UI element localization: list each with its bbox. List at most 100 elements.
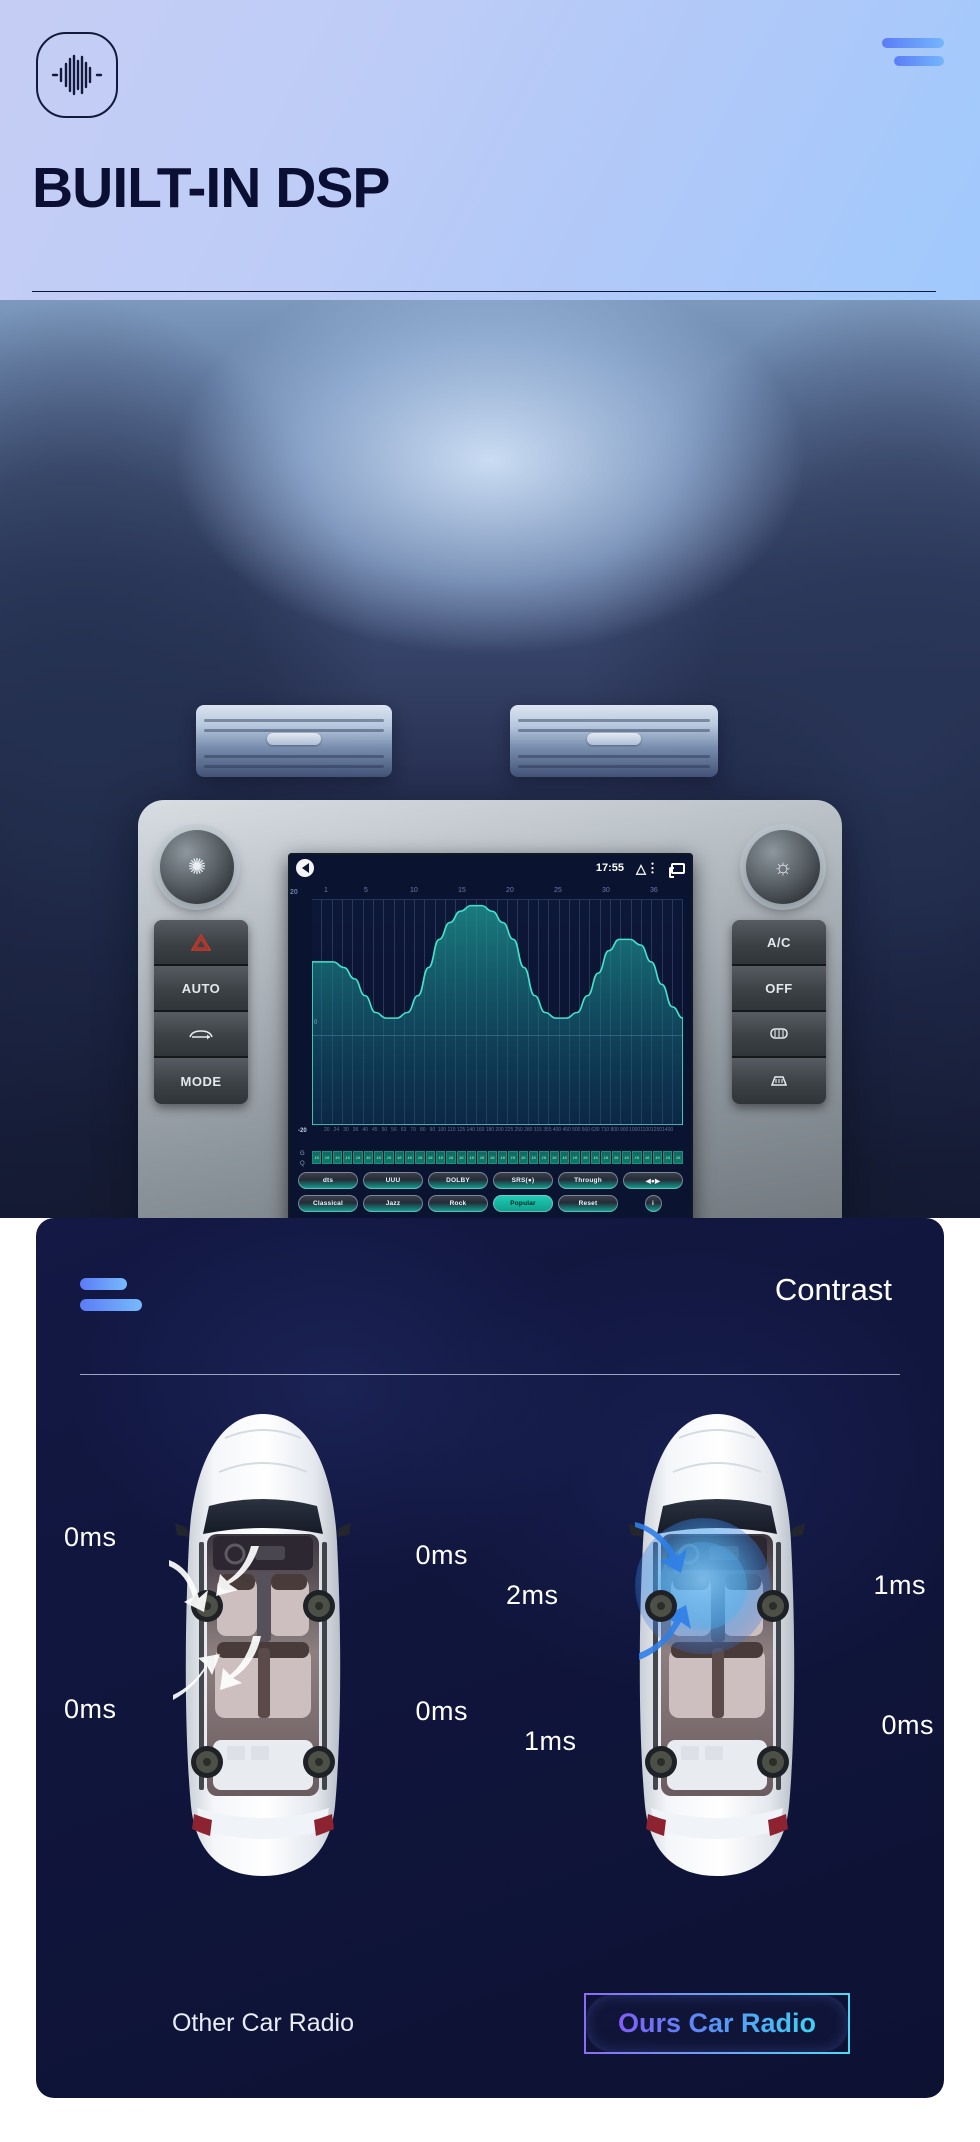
eq-value-cells[interactable]: 16 16 16 16 16 16 16 16 16 16 16 16 16 16 16 16 16 16 16 16… <box>312 1151 683 1164</box>
eq-band-number: 56 <box>391 1127 397 1133</box>
preset-through-button[interactable]: Through <box>558 1172 618 1189</box>
eq-band-cell[interactable]: 16 <box>373 1151 384 1164</box>
eq-band-cell[interactable]: 16 <box>435 1151 446 1164</box>
eq-plot-area[interactable]: 0 <box>312 899 684 1125</box>
preset-dolby-button[interactable]: DOLBY <box>428 1172 488 1189</box>
eq-band-cell[interactable]: 16 <box>663 1151 673 1164</box>
eq-y-top-label: 20 <box>290 889 298 896</box>
hamburger-menu-icon[interactable] <box>882 38 946 74</box>
air-recirculation-button[interactable] <box>154 1012 248 1058</box>
preset-dts-button[interactable]: dts <box>298 1172 358 1189</box>
ours-car-radio-button[interactable]: Ours Car Radio <box>583 1992 851 2054</box>
preset-popular-label: Popular <box>510 1200 536 1207</box>
eq-band-cell[interactable]: 16 <box>508 1151 518 1164</box>
eq-band-number: 63 <box>400 1127 407 1133</box>
eq-band-cell[interactable]: 16 <box>446 1151 456 1164</box>
eq-tick-25: 25 <box>554 887 562 894</box>
eq-preset-grid[interactable]: dts UUU DOLBY SRS (●) Through ◀●▶ Classic… <box>298 1172 683 1218</box>
eq-band-cell[interactable]: 16 <box>652 1151 663 1164</box>
hamburger-bar-top <box>80 1278 127 1290</box>
right-car-delay-front-left: 2ms <box>506 1580 559 1610</box>
back-arrow-icon[interactable] <box>296 859 314 877</box>
chevron-up-icon[interactable]: △︙ <box>636 862 659 875</box>
eq-band-cell[interactable]: 16 <box>601 1151 611 1164</box>
eq-band-cell[interactable]: 16 <box>487 1151 497 1164</box>
hamburger-menu-icon[interactable] <box>80 1278 142 1320</box>
eq-band-cell[interactable]: 16 <box>632 1151 642 1164</box>
stereo-wide-icon[interactable]: ◀●▶ <box>623 1172 683 1189</box>
dashboard-photo: ✺ ☼ AUTO MODE A/C OFF 17:55 △︙ 20 1 5 10… <box>0 300 980 1218</box>
eq-band-cell[interactable]: 16 <box>425 1151 435 1164</box>
page-root: BUILT-IN DSP Supports 36EQ adjustment, a… <box>0 0 980 2142</box>
eq-band-cell[interactable]: 16 <box>312 1151 322 1164</box>
eq-band-cell[interactable]: 16 <box>580 1151 590 1164</box>
eq-band-cell[interactable]: 16 <box>539 1151 549 1164</box>
eq-band-cell[interactable]: 16 <box>518 1151 528 1164</box>
eq-band-number: 40 <box>362 1127 368 1133</box>
preset-popular-button[interactable]: Popular <box>493 1195 553 1212</box>
eq-band-cell[interactable]: 16 <box>642 1151 652 1164</box>
eq-band-number: 355 <box>543 1127 552 1133</box>
eq-band-cell[interactable]: 16 <box>673 1151 683 1164</box>
eq-band-cell[interactable]: 16 <box>590 1151 601 1164</box>
eq-band-cell[interactable]: 16 <box>549 1151 559 1164</box>
air-vent-left <box>196 705 392 777</box>
temperature-knob-icon[interactable]: ☼ <box>746 830 820 904</box>
eq-band-cell[interactable]: 16 <box>322 1151 332 1164</box>
rear-defrost-button[interactable] <box>732 1012 826 1058</box>
eq-band-cell[interactable]: 16 <box>415 1151 425 1164</box>
preset-classical-button[interactable]: Classical <box>298 1195 358 1212</box>
car-radio-screen[interactable]: 17:55 △︙ 20 1 5 10 15 20 25 30 36 0 -20 … <box>288 853 693 1218</box>
preset-srs-button[interactable]: SRS (●) <box>493 1172 553 1189</box>
ac-button[interactable]: A/C <box>732 920 826 966</box>
eq-band-cell[interactable]: 16 <box>528 1151 539 1164</box>
preset-rock-button[interactable]: Rock <box>428 1195 488 1212</box>
preset-jazz-button[interactable]: Jazz <box>363 1195 423 1212</box>
hazard-warning-icon <box>191 933 211 951</box>
left-car-delay-front-left: 0ms <box>64 1522 117 1552</box>
eq-band-number: 280 <box>524 1127 533 1133</box>
other-car-radio-diagram: 0ms 0ms 0ms 0ms <box>36 1404 490 1964</box>
eq-band-cell[interactable]: 16 <box>497 1151 508 1164</box>
eq-band-number: 20 <box>324 1127 330 1133</box>
eq-band-number: 24 <box>333 1127 340 1133</box>
off-button[interactable]: OFF <box>732 966 826 1012</box>
fan-knob-icon[interactable]: ✺ <box>160 830 234 904</box>
page-bottom-spacer <box>0 2098 980 2142</box>
eq-band-cell[interactable]: 16 <box>332 1151 342 1164</box>
hazard-warning-button[interactable] <box>154 920 248 966</box>
equalizer-chart[interactable]: 20 1 5 10 15 20 25 30 36 0 -20 20 24 30 … <box>290 887 684 1149</box>
eq-band-cell[interactable]: 16 <box>404 1151 415 1164</box>
auto-button-label: AUTO <box>181 980 221 996</box>
car-comparison: 0ms 0ms 0ms 0ms 2ms 1ms 1ms 0ms <box>36 1404 944 1964</box>
left-car-delay-rear-left: 0ms <box>64 1694 117 1724</box>
car-comparison-captions: Other Car Radio Ours Car Radio <box>36 1978 944 2068</box>
eq-band-number: 900 <box>620 1127 629 1133</box>
eq-curve <box>312 904 683 1125</box>
eq-band-cell[interactable]: 16 <box>456 1151 466 1164</box>
eq-tick-20: 20 <box>506 887 514 894</box>
info-icon[interactable]: i <box>644 1195 662 1212</box>
auto-button[interactable]: AUTO <box>154 966 248 1012</box>
eq-band-cell[interactable]: 16 <box>363 1151 373 1164</box>
eq-band-cell[interactable]: 16 <box>384 1151 394 1164</box>
air-recirculation-icon <box>186 1026 216 1042</box>
preset-reset-button[interactable]: Reset <box>558 1195 618 1212</box>
eq-band-cell[interactable]: 16 <box>466 1151 477 1164</box>
eq-band-number: 36 <box>352 1127 359 1133</box>
mode-button[interactable]: MODE <box>154 1058 248 1104</box>
eq-tick-30: 30 <box>602 887 610 894</box>
eq-band-cell[interactable]: 16 <box>353 1151 363 1164</box>
eq-band-number: 400 <box>552 1127 562 1133</box>
eq-row-label-g: G <box>300 1151 305 1157</box>
eq-band-cell[interactable]: 16 <box>621 1151 632 1164</box>
front-defrost-button[interactable] <box>732 1058 826 1104</box>
eq-band-cell[interactable]: 16 <box>611 1151 621 1164</box>
eq-band-cell[interactable]: 16 <box>570 1151 580 1164</box>
eq-band-cell[interactable]: 16 <box>394 1151 404 1164</box>
preset-uuu-button[interactable]: UUU <box>363 1172 423 1189</box>
eq-band-cell[interactable]: 16 <box>559 1151 570 1164</box>
eq-band-cell[interactable]: 16 <box>342 1151 353 1164</box>
recent-apps-icon[interactable] <box>669 862 685 878</box>
eq-band-cell[interactable]: 16 <box>477 1151 487 1164</box>
